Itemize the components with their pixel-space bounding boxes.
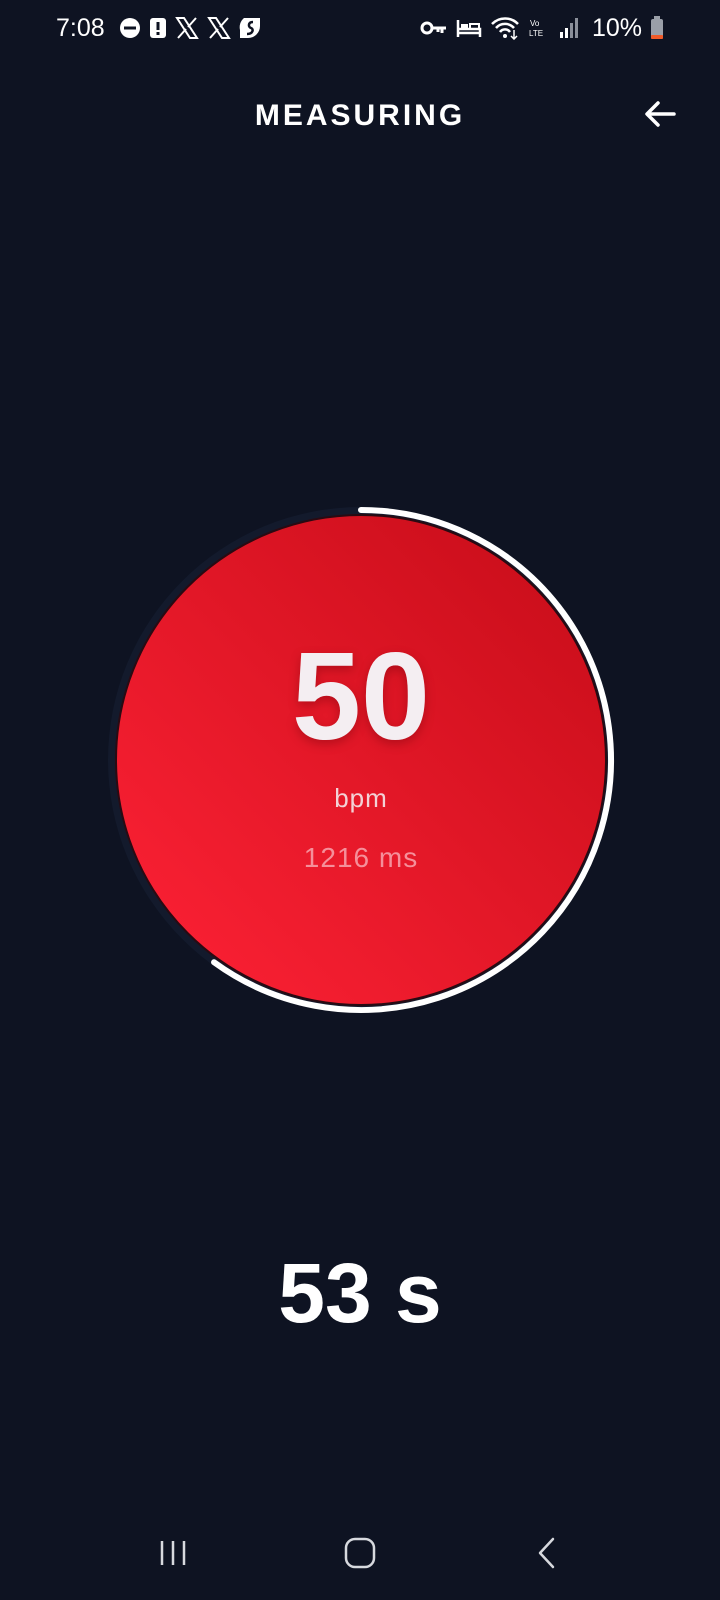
sleep-mode-icon bbox=[456, 17, 482, 39]
wifi-icon bbox=[490, 16, 520, 40]
page-title: MEASURING bbox=[254, 99, 466, 132]
do-not-disturb-icon bbox=[119, 17, 141, 39]
svg-text:LTE: LTE bbox=[529, 29, 543, 38]
bpm-value: 50 bbox=[292, 628, 430, 766]
nav-back-button[interactable] bbox=[507, 1525, 587, 1585]
home-icon bbox=[343, 1536, 377, 1575]
beat-interval: 1216 ms bbox=[303, 842, 419, 873]
recent-apps-icon bbox=[158, 1538, 188, 1573]
shortcut-app-icon bbox=[239, 17, 261, 39]
header: MEASURING bbox=[0, 80, 720, 152]
navigation-bar bbox=[0, 1510, 720, 1600]
status-time: 7:08 bbox=[56, 13, 105, 42]
back-icon bbox=[535, 1536, 559, 1575]
svg-text:Vo: Vo bbox=[530, 19, 540, 28]
back-button[interactable] bbox=[636, 92, 684, 140]
x-app-icon bbox=[174, 17, 199, 39]
countdown-timer: 53 s bbox=[278, 1246, 442, 1340]
measuring-screen: 7:08 Vo LTE 10% MEASURING 50 bpm 1216 ms… bbox=[0, 0, 720, 1600]
signal-icon bbox=[558, 17, 580, 39]
home-button[interactable] bbox=[320, 1525, 400, 1585]
status-left: 7:08 bbox=[56, 14, 261, 43]
gauge-readout: 50 bpm 1216 ms bbox=[106, 505, 616, 1015]
volte-icon: Vo LTE bbox=[528, 17, 550, 39]
heart-rate-gauge: 50 bpm 1216 ms bbox=[106, 505, 616, 1015]
x-app-icon bbox=[206, 17, 231, 39]
battery-percent: 10% bbox=[591, 13, 642, 42]
alert-icon bbox=[149, 17, 167, 39]
status-right: Vo LTE 10% bbox=[420, 14, 664, 43]
status-bar: 7:08 Vo LTE 10% bbox=[0, 0, 720, 56]
vpn-key-icon bbox=[420, 19, 448, 37]
recent-apps-button[interactable] bbox=[133, 1525, 213, 1585]
battery-icon bbox=[650, 16, 664, 40]
arrow-left-icon bbox=[644, 100, 676, 133]
bpm-unit: bpm bbox=[334, 783, 388, 813]
